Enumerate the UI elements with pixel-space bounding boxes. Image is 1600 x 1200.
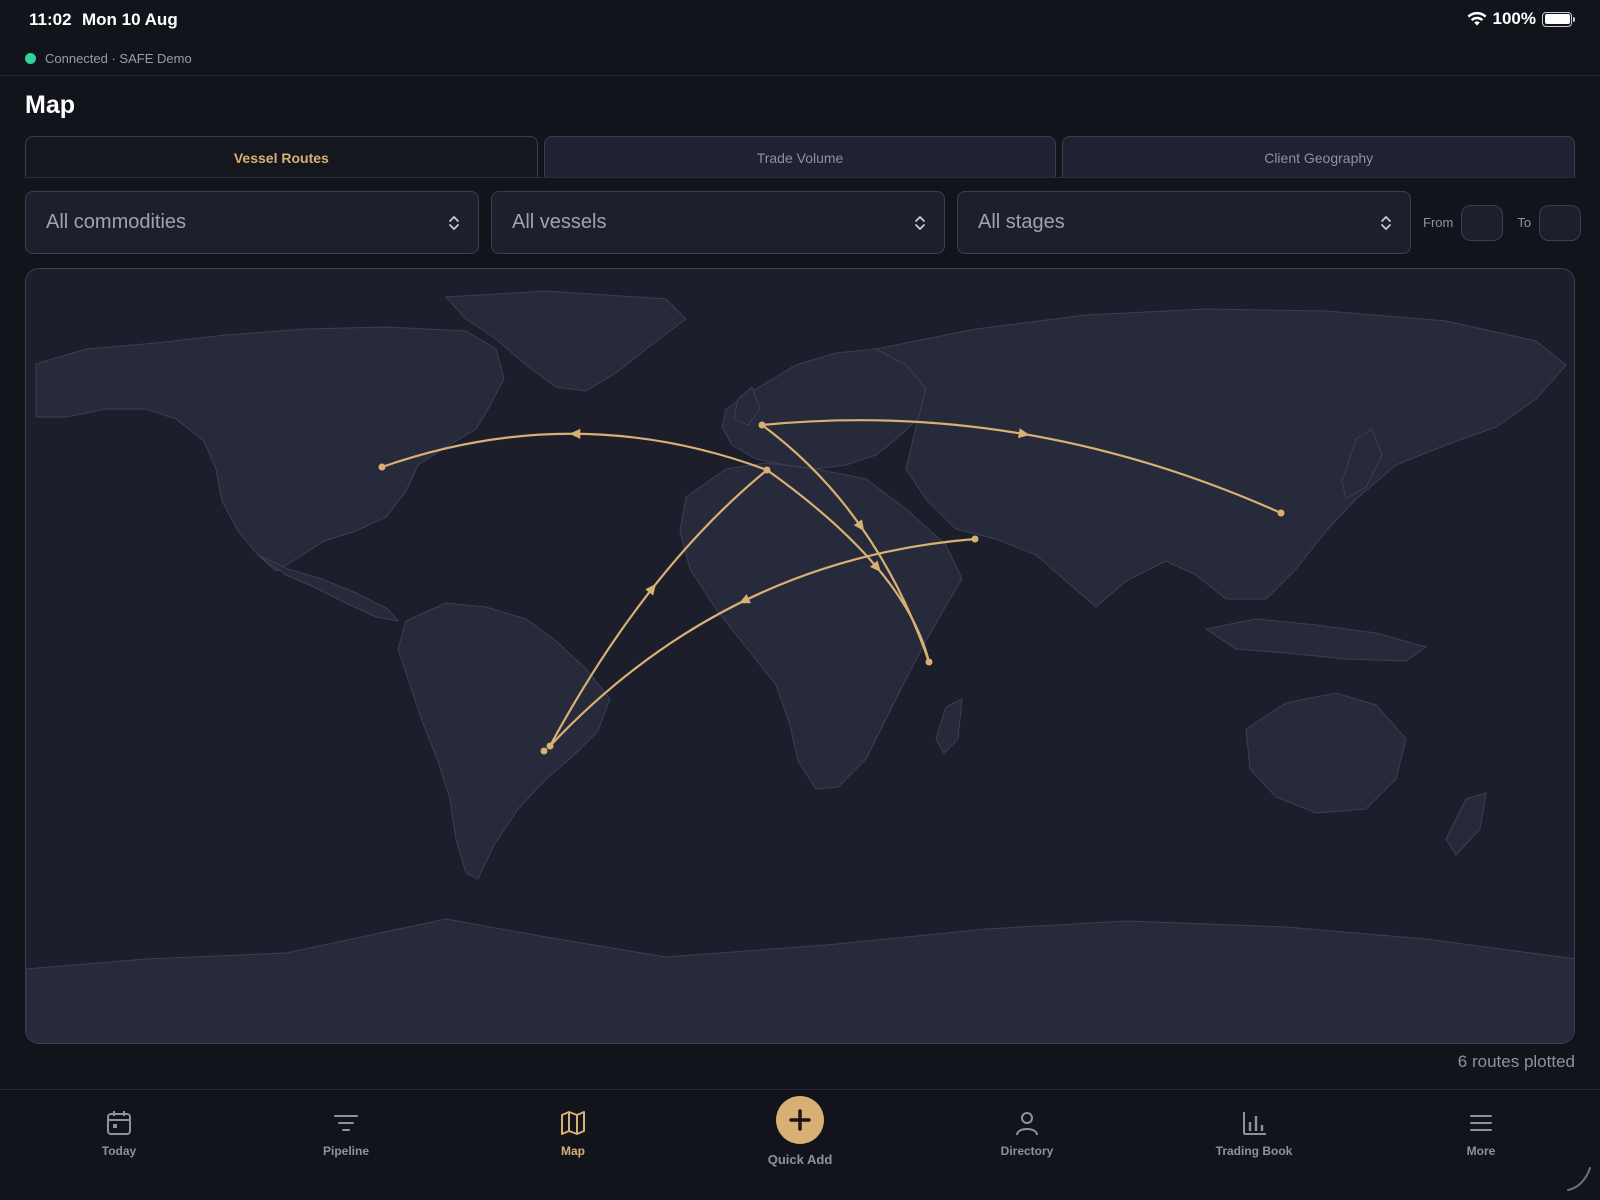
port-marker[interactable]	[763, 466, 771, 474]
vessel-select[interactable]: All vessels	[491, 191, 945, 254]
landmass-australia	[1245, 692, 1407, 814]
nav-label: Today	[101, 1144, 137, 1158]
port-marker[interactable]	[378, 463, 386, 471]
calendar-icon	[107, 1111, 131, 1135]
landmasses	[26, 290, 1574, 1043]
world-map-canvas	[26, 290, 1574, 1043]
landmass-new-zealand	[1445, 792, 1487, 856]
from-label: From	[1423, 215, 1454, 230]
port-marker[interactable]	[1277, 509, 1285, 517]
connection-dot	[25, 53, 36, 64]
route-direction-arrow	[569, 428, 581, 439]
date-range: From To	[1423, 204, 1582, 241]
tab-trade-volume[interactable]: Trade Volume	[543, 136, 1057, 178]
port-marker[interactable]	[758, 421, 766, 429]
battery-percent: 100%	[1492, 9, 1536, 28]
port-marker[interactable]	[540, 747, 548, 755]
chevron-updown-icon	[449, 216, 459, 230]
nav-label: Directory	[1000, 1144, 1054, 1158]
nav-more[interactable]: More	[1421, 1108, 1541, 1158]
connection-status: Connected · SAFE Demo	[25, 51, 192, 66]
nav-label: Trading Book	[1215, 1144, 1293, 1158]
nav-label: Map	[561, 1144, 585, 1158]
connection-text: Connected · SAFE Demo	[45, 51, 192, 66]
nav-label: Quick Add	[767, 1152, 833, 1167]
quick-add-button[interactable]	[776, 1096, 824, 1144]
landmass-central-america	[257, 554, 400, 622]
page-title: Map	[25, 91, 75, 119]
status-bar: 11:02 Mon 10 Aug 100%	[0, 0, 1600, 40]
tab-vessel-routes[interactable]: Vessel Routes	[25, 136, 538, 178]
world-map[interactable]	[25, 268, 1575, 1044]
commodity-select[interactable]: All commodities	[25, 191, 479, 254]
status-date: Mon 10 Aug	[82, 10, 178, 29]
stage-select-value: All stages	[978, 211, 1065, 233]
port-marker[interactable]	[971, 535, 979, 543]
port-marker[interactable]	[925, 658, 933, 666]
map-tabs: Vessel Routes Trade Volume Client Geogra…	[25, 136, 1576, 178]
port-marker[interactable]	[546, 742, 554, 750]
nav-label: More	[1466, 1144, 1496, 1158]
status-time: 11:02	[29, 10, 72, 29]
plus-icon	[789, 1109, 811, 1131]
status-right: 100%	[1467, 9, 1575, 29]
tabs-baseline	[25, 177, 1575, 178]
vessel-select-value: All vessels	[512, 211, 607, 233]
landmass-north-america	[35, 326, 505, 572]
map-icon	[561, 1111, 585, 1135]
bottom-nav: Today Pipeline Map Quick Add Directory T…	[0, 1089, 1600, 1200]
filter-lines-icon	[334, 1115, 358, 1131]
bar-chart-icon	[1243, 1112, 1266, 1135]
nav-today[interactable]: Today	[59, 1108, 179, 1158]
chevron-updown-icon	[915, 216, 925, 230]
nav-quick-add[interactable]: Quick Add	[740, 1096, 860, 1167]
header-divider	[0, 75, 1600, 76]
nav-trading-book[interactable]: Trading Book	[1194, 1108, 1314, 1158]
nav-label: Pipeline	[322, 1144, 369, 1158]
nav-pipeline[interactable]: Pipeline	[286, 1108, 406, 1158]
from-date-field[interactable]	[1461, 204, 1504, 241]
landmass-asia	[874, 308, 1567, 608]
landmass-madagascar	[935, 698, 963, 754]
filter-bar: All commodities All vessels All stages F…	[25, 191, 1582, 254]
to-date-field[interactable]	[1539, 204, 1582, 241]
landmass-indonesia	[1204, 618, 1428, 662]
to-label: To	[1517, 215, 1532, 230]
landmass-south-america	[397, 602, 611, 880]
nav-directory[interactable]: Directory	[967, 1108, 1087, 1158]
wifi-icon	[1467, 11, 1487, 26]
landmass-antarctica	[26, 918, 1574, 1043]
tab-client-geography[interactable]: Client Geography	[1062, 136, 1576, 178]
stage-select[interactable]: All stages	[957, 191, 1411, 254]
resize-grip-icon	[1567, 1167, 1591, 1191]
routes-count: 6 routes plotted	[1457, 1052, 1575, 1071]
menu-icon	[1470, 1115, 1492, 1131]
commodity-select-value: All commodities	[46, 211, 187, 233]
person-icon	[1016, 1112, 1038, 1136]
nav-map[interactable]: Map	[513, 1108, 633, 1158]
battery-icon	[1542, 11, 1575, 27]
chevron-updown-icon	[1381, 216, 1391, 230]
